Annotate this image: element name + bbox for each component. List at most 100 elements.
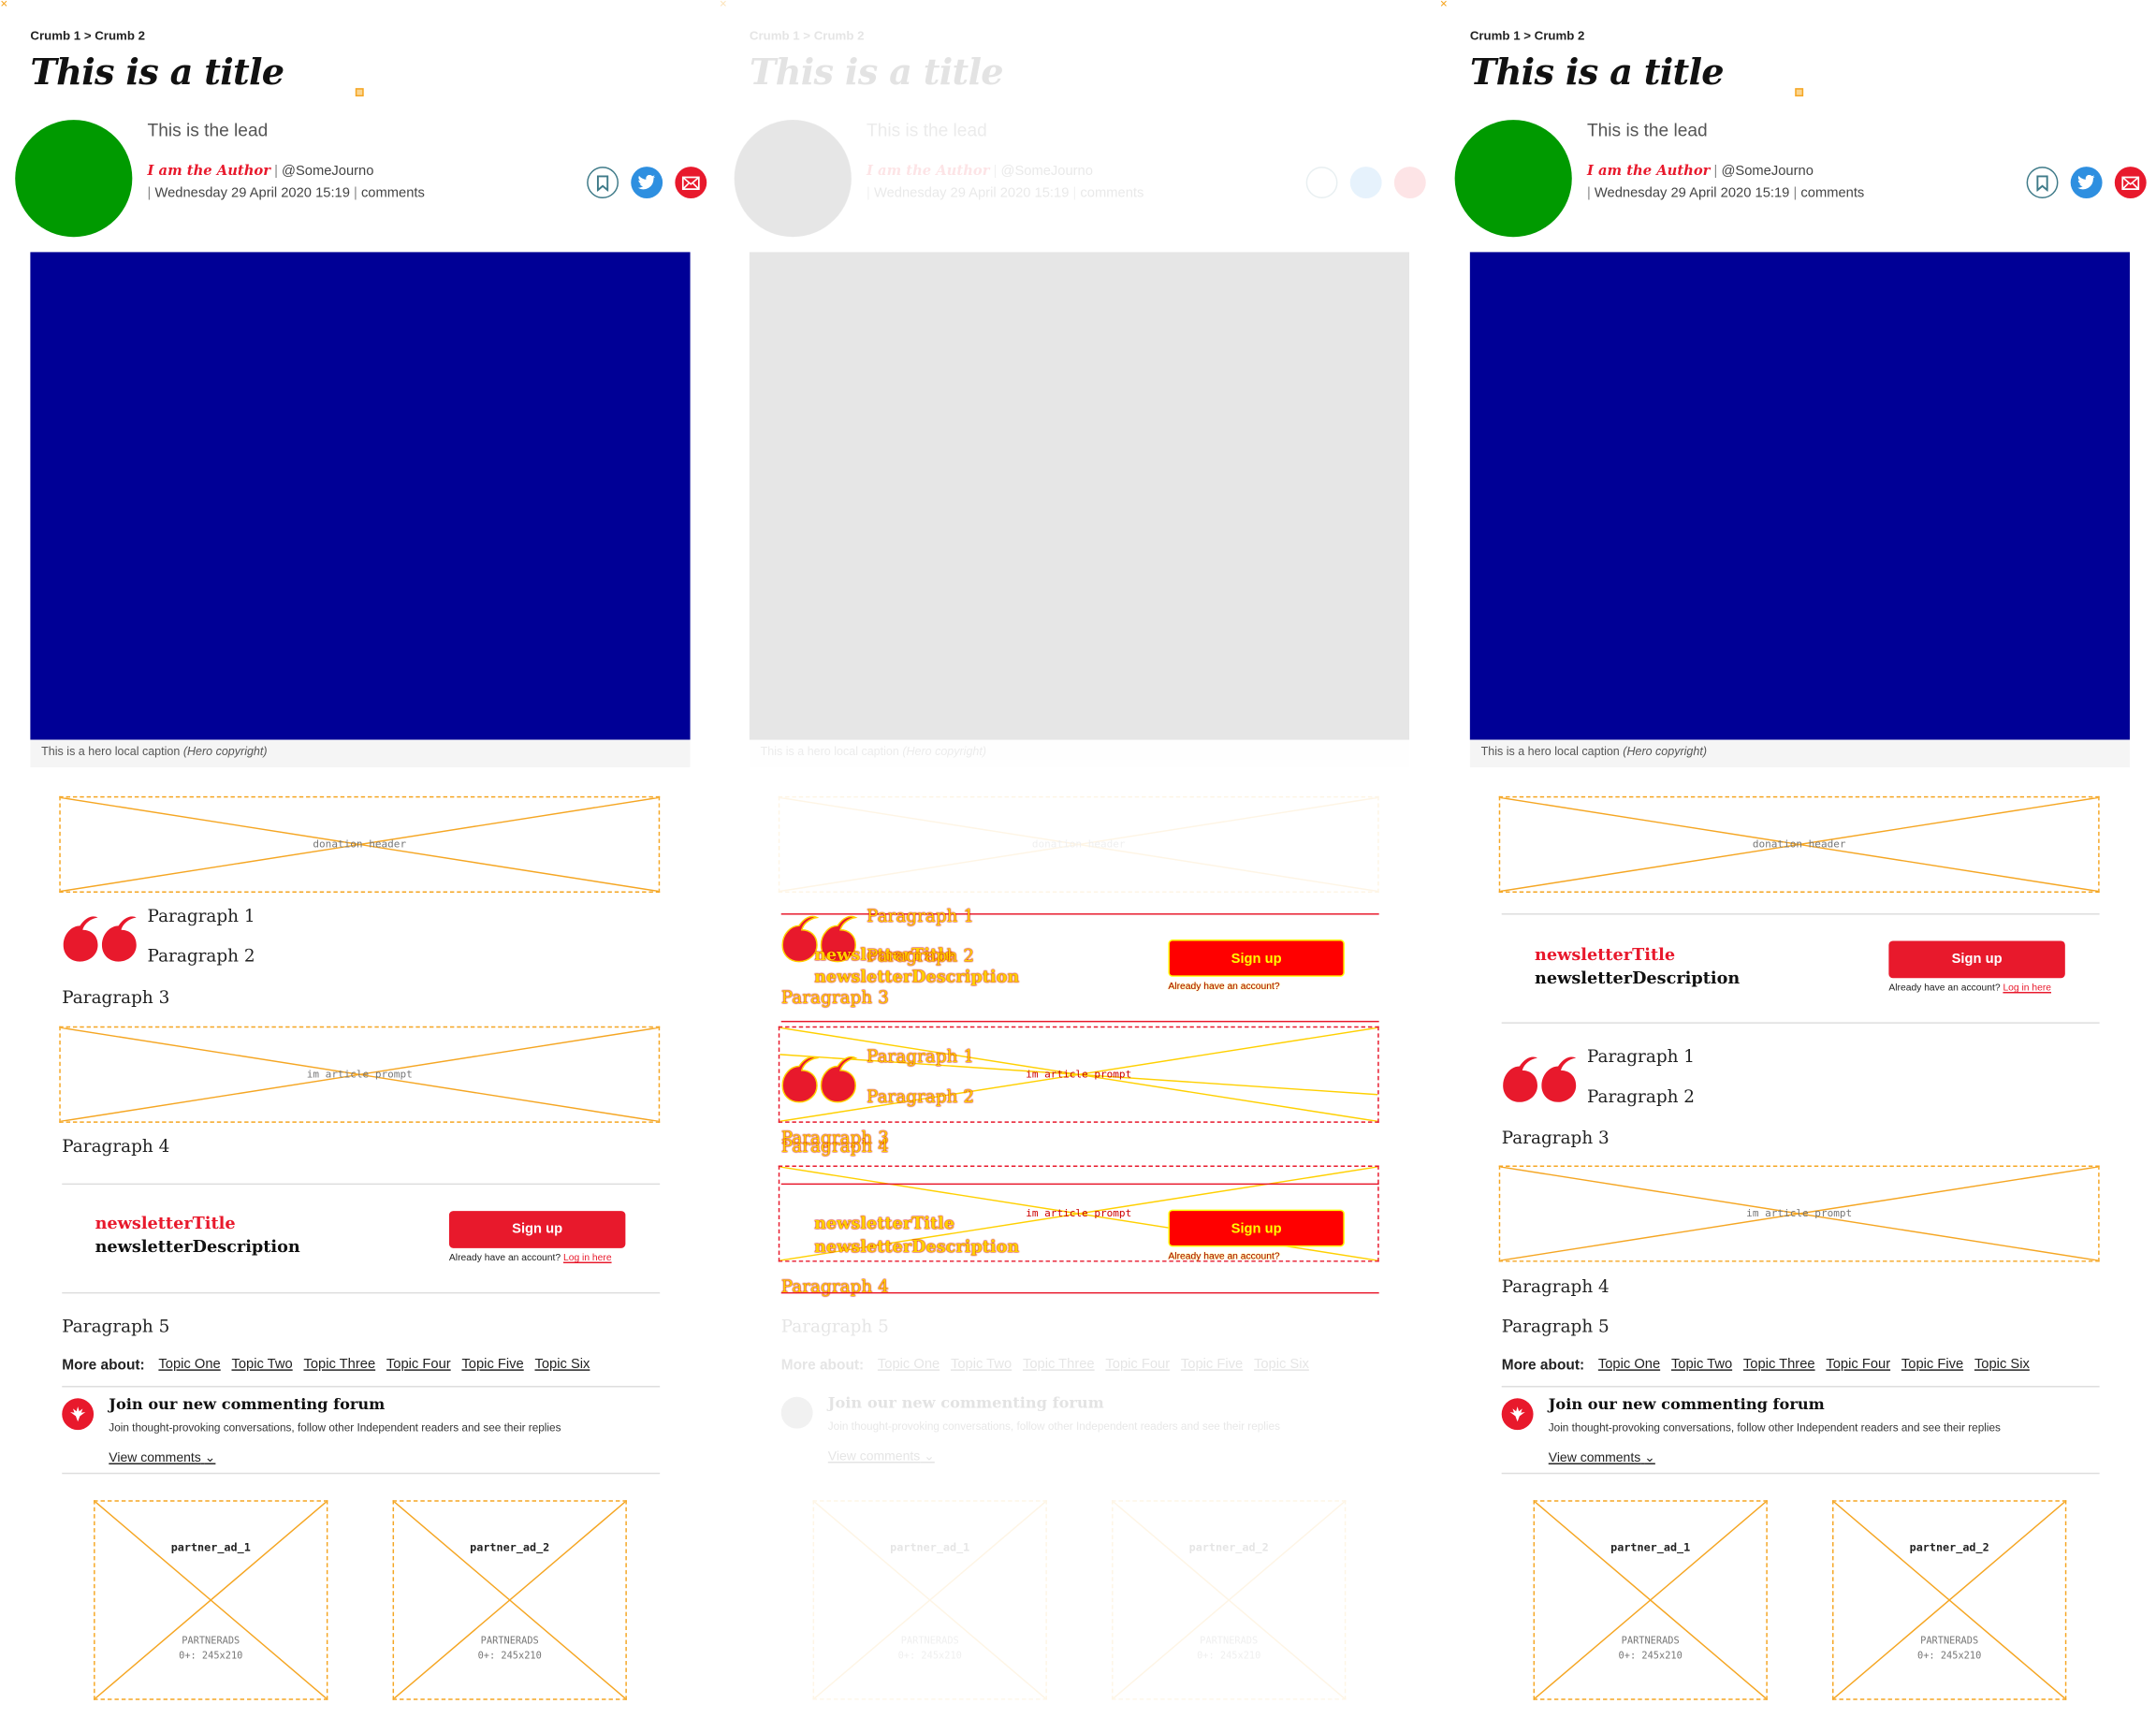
topic-link[interactable]: Topic Four: [386, 1357, 451, 1374]
ad-spec: PARTNERADS 0+: 245x210: [1833, 1634, 2064, 1664]
newsletter-description: newsletterDescription: [1535, 968, 1741, 988]
author-link[interactable]: I am the Author: [1587, 164, 1710, 179]
paragraph-4-diff: Paragraph 4: [780, 1135, 889, 1157]
ad-name: partner_ad_2: [1188, 1541, 1269, 1554]
hero-image: [1469, 252, 2131, 740]
diff-box: im article prompt: [778, 1026, 1379, 1123]
ad-tag: PARTNERADS: [480, 1635, 539, 1647]
twitter-icon[interactable]: [631, 167, 663, 198]
view-comments-button[interactable]: View comments ⌄: [109, 1450, 215, 1465]
paragraph-5: Paragraph 5: [1501, 1315, 1610, 1337]
login-link[interactable]: Log in here: [563, 1254, 612, 1263]
ad-spec: PARTNERADS 0+: 245x210: [394, 1634, 625, 1664]
corner-marker-icon: ✕: [1439, 0, 1449, 10]
donation-header-label: donation header: [313, 837, 407, 851]
topic-link[interactable]: Topic Six: [534, 1357, 590, 1374]
topic-link[interactable]: Topic Three: [1743, 1357, 1815, 1374]
ad-spec: PARTNERADS 0+: 245x210: [95, 1634, 327, 1664]
newsletter-description: newsletterDescription: [95, 1237, 300, 1257]
more-about-label: More about:: [62, 1357, 145, 1374]
topic-link[interactable]: Topic Five: [1181, 1357, 1243, 1374]
topic-link[interactable]: Topic Two: [231, 1357, 292, 1374]
view-comments-button[interactable]: View comments ⌄: [828, 1449, 935, 1464]
panel-before: ✕ Crumb 1 > Crumb 2 This is a title This…: [0, 0, 719, 1733]
view-comments-button[interactable]: View comments ⌄: [1549, 1450, 1655, 1465]
in-article-prompt-diff: im article prompt: [1026, 1067, 1132, 1081]
twitter-icon[interactable]: [1349, 167, 1382, 198]
topic-link[interactable]: Topic Four: [1105, 1357, 1170, 1374]
signup-button-diff[interactable]: Sign up: [1168, 1209, 1345, 1247]
author-handle[interactable]: @SomeJourno: [1001, 164, 1093, 179]
hero-image: [30, 252, 691, 740]
ad-tag: PARTNERADS: [1621, 1635, 1680, 1647]
topic-link[interactable]: Topic Two: [951, 1357, 1012, 1374]
forum-subtitle: Join thought-provoking conversations, fo…: [1548, 1421, 2001, 1434]
donation-header-placeholder: donation header: [1498, 795, 2100, 893]
chevron-down-icon: ⌄: [1644, 1450, 1655, 1466]
topic-link[interactable]: Topic Six: [1974, 1357, 2030, 1374]
partner-ad-2: partner_ad_2 PARTNERADS 0+: 245x210: [1112, 1500, 1347, 1700]
partner-ad-1: partner_ad_1 PARTNERADS 0+: 245x210: [94, 1500, 328, 1700]
diff-line: [780, 1291, 1379, 1294]
newsletter-description-diff: newsletterDescription: [814, 967, 1020, 987]
paragraph-5: Paragraph 5: [780, 1315, 889, 1337]
ad-size: 0+: 245x210: [1917, 1650, 1982, 1662]
partner-ad-1: partner_ad_1 PARTNERADS 0+: 245x210: [1533, 1500, 1768, 1700]
in-article-prompt-placeholder: im article prompt: [59, 1026, 661, 1123]
login-prompt: Already have an account? Log in here: [1888, 983, 2051, 993]
comments-link[interactable]: comments: [1800, 186, 1864, 201]
in-article-prompt-label: im article prompt: [1746, 1206, 1853, 1219]
topic-link[interactable]: Topic One: [1598, 1357, 1660, 1374]
breadcrumb[interactable]: Crumb 1 > Crumb 2: [1470, 29, 1585, 43]
comments-link[interactable]: comments: [1080, 186, 1144, 201]
breadcrumb[interactable]: Crumb 1 > Crumb 2: [30, 29, 145, 43]
login-prompt-text: Already have an account?: [1888, 983, 2001, 994]
email-icon[interactable]: [2114, 167, 2147, 198]
topic-link[interactable]: Topic Two: [1671, 1357, 1732, 1374]
topic-link[interactable]: Topic Six: [1254, 1357, 1309, 1374]
newsletter-signup: newsletterTitle newsletterDescription Si…: [62, 1183, 661, 1294]
login-prompt-diff: Already have an account?: [1168, 982, 1280, 992]
author-handle[interactable]: @SomeJourno: [282, 164, 373, 179]
login-link[interactable]: Log in here: [2003, 983, 2051, 993]
byline: I am the Author | @SomeJourno | Wednesda…: [1586, 164, 1865, 201]
twitter-icon[interactable]: [2070, 167, 2103, 198]
ad-size: 0+: 245x210: [1197, 1650, 1261, 1662]
comments-link[interactable]: comments: [361, 186, 425, 201]
paragraph-3: Paragraph 3: [62, 986, 170, 1008]
bookmark-icon[interactable]: [1305, 167, 1338, 198]
email-icon[interactable]: [1393, 167, 1426, 198]
topic-link[interactable]: Topic Four: [1826, 1357, 1890, 1374]
signup-button[interactable]: Sign up: [448, 1211, 626, 1248]
newsletter-description-diff: newsletterDescription: [814, 1237, 1020, 1257]
partner-ad-2: partner_ad_2 PARTNERADS 0+: 245x210: [1832, 1500, 2067, 1700]
topic-link[interactable]: Topic One: [158, 1357, 220, 1374]
hero-caption: This is a hero local caption (Hero copyr…: [749, 739, 1410, 768]
byline: I am the Author | @SomeJourno | Wednesda…: [867, 164, 1144, 201]
quote-icon: [63, 916, 137, 962]
partner-ad-1: partner_ad_1 PARTNERADS 0+: 245x210: [812, 1500, 1047, 1700]
topic-link[interactable]: Topic Three: [1023, 1357, 1095, 1374]
bookmark-icon[interactable]: [2026, 167, 2059, 198]
caption-copyright: (Hero copyright): [1623, 743, 1707, 758]
author-link[interactable]: I am the Author: [148, 164, 270, 179]
quote-icon: [1503, 1056, 1577, 1102]
breadcrumb[interactable]: Crumb 1 > Crumb 2: [750, 29, 865, 43]
signup-button-diff[interactable]: Sign up: [1168, 939, 1345, 977]
signup-button[interactable]: Sign up: [1888, 940, 2065, 979]
forum-title: Join our new commenting forum: [109, 1395, 386, 1414]
author-link[interactable]: I am the Author: [867, 164, 989, 179]
email-icon[interactable]: [675, 167, 707, 198]
topic-link[interactable]: Topic Five: [1901, 1357, 1963, 1374]
diff-line: [780, 1183, 1379, 1186]
paragraph-1-diff: Paragraph 1: [867, 1045, 975, 1067]
ad-size: 0+: 245x210: [179, 1650, 243, 1662]
author-handle[interactable]: @SomeJourno: [1721, 164, 1813, 179]
topic-link[interactable]: Topic Five: [461, 1357, 523, 1374]
diff-line: [780, 1020, 1379, 1023]
panel-after: ✕ Crumb 1 > Crumb 2 This is a title This…: [1439, 0, 2156, 1733]
bookmark-icon[interactable]: [587, 167, 619, 198]
topic-link[interactable]: Topic One: [878, 1357, 940, 1374]
ad-tag: PARTNERADS: [1920, 1635, 1979, 1647]
topic-link[interactable]: Topic Three: [303, 1357, 375, 1374]
